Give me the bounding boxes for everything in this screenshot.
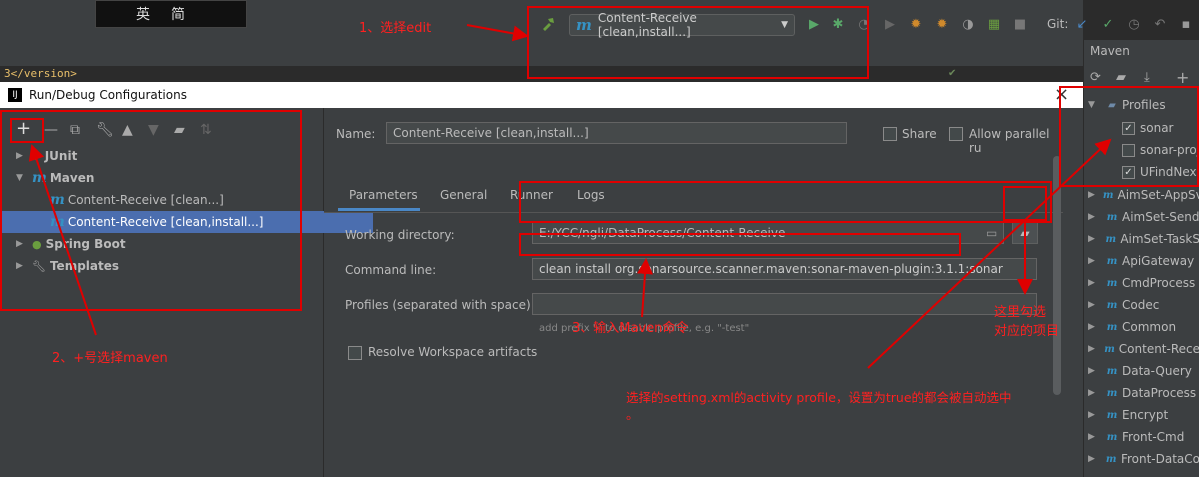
arrow-step2 — [28, 144, 97, 336]
arrow-step3 — [637, 258, 654, 318]
arrow-profiles — [867, 138, 1112, 369]
arrow-step1 — [466, 24, 529, 42]
annotation-arrows — [28, 24, 1112, 369]
